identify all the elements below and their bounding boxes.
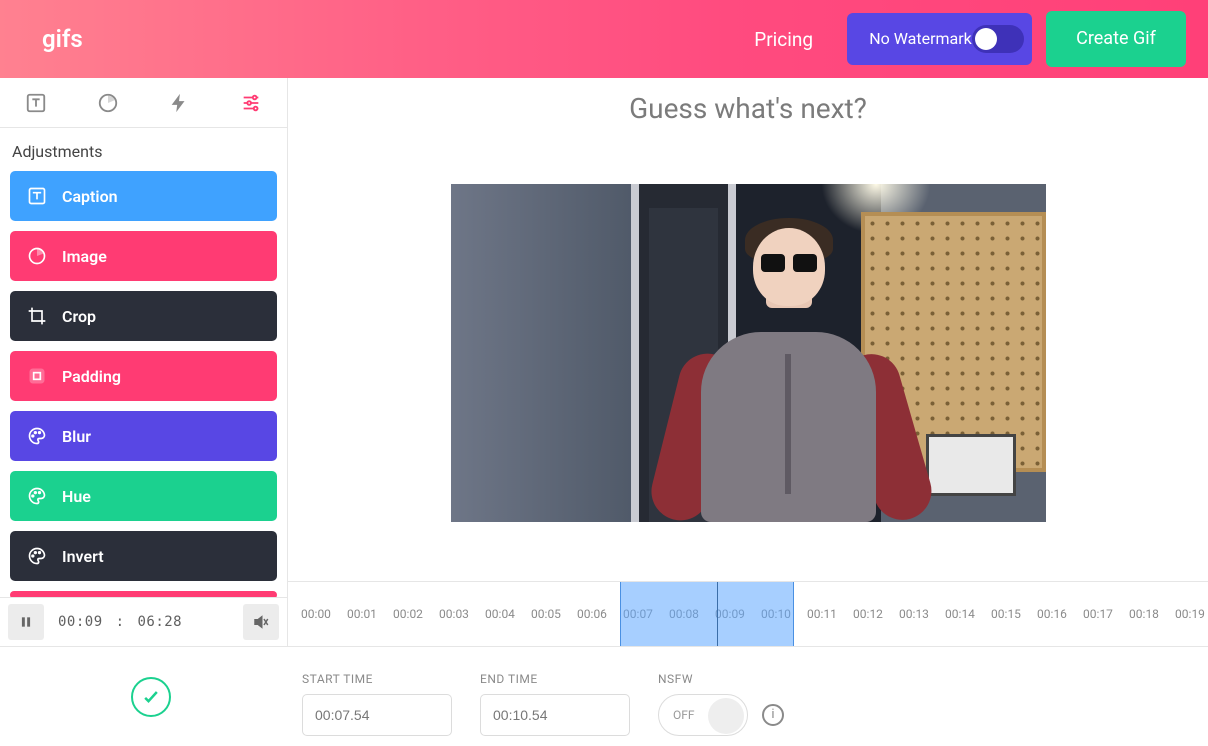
end-time-label: END TIME bbox=[480, 672, 630, 686]
adjustments-heading: Adjustments bbox=[12, 142, 275, 161]
adjustment-crop[interactable]: Crop bbox=[10, 291, 277, 341]
timeline-tick: 00:15 bbox=[988, 607, 1024, 621]
timeline-tick: 00:05 bbox=[528, 607, 564, 621]
pause-icon bbox=[19, 615, 33, 629]
adjustment-label: Blur bbox=[62, 427, 91, 446]
timeline-tick: 00:16 bbox=[1034, 607, 1070, 621]
playhead-time: 00:09 : 06:28 bbox=[58, 614, 182, 630]
end-time-input[interactable] bbox=[480, 694, 630, 736]
timeline[interactable]: 00:0000:0100:0200:0300:0400:0500:0600:07… bbox=[288, 581, 1208, 646]
text-frame-icon bbox=[25, 92, 47, 114]
timeline-tick: 00:12 bbox=[850, 607, 886, 621]
tab-adjustments[interactable] bbox=[215, 78, 287, 127]
timeline-tick: 00:13 bbox=[896, 607, 932, 621]
video-title: Guess what's next? bbox=[288, 78, 1208, 125]
mute-icon bbox=[252, 613, 270, 631]
timeline-tick: 00:03 bbox=[436, 607, 472, 621]
timeline-tick: 00:19 bbox=[1172, 607, 1208, 621]
timeline-tick: 00:06 bbox=[574, 607, 610, 621]
nsfw-label: NSFW bbox=[658, 672, 784, 686]
app-header: gifs Pricing No Watermark Create Gif bbox=[0, 0, 1208, 78]
playbar: 00:09 : 06:28 bbox=[0, 597, 287, 646]
info-button[interactable]: i bbox=[762, 704, 784, 726]
no-watermark-toggle[interactable]: No Watermark bbox=[847, 13, 1032, 65]
tool-tabbar bbox=[0, 78, 287, 128]
nsfw-toggle[interactable]: OFF bbox=[658, 694, 748, 736]
timeline-tick: 00:17 bbox=[1080, 607, 1116, 621]
image-icon bbox=[26, 245, 48, 267]
sidebar: Adjustments Caption Image Crop Padding B… bbox=[0, 78, 288, 646]
start-time-input[interactable] bbox=[302, 694, 452, 736]
palette-icon bbox=[26, 425, 48, 447]
timeline-tick: 00:04 bbox=[482, 607, 518, 621]
timeline-tick: 00:02 bbox=[390, 607, 426, 621]
timer-icon bbox=[97, 92, 119, 114]
timeline-tick: 00:14 bbox=[942, 607, 978, 621]
info-icon: i bbox=[771, 707, 774, 722]
adjustment-caption[interactable]: Caption bbox=[10, 171, 277, 221]
video-preview[interactable] bbox=[451, 184, 1046, 522]
mute-button[interactable] bbox=[243, 604, 279, 640]
tab-timer[interactable] bbox=[72, 78, 144, 127]
timeline-selection[interactable] bbox=[620, 582, 794, 646]
padding-icon bbox=[26, 365, 48, 387]
logo: gifs bbox=[42, 25, 83, 53]
no-watermark-label: No Watermark bbox=[869, 30, 972, 48]
sliders-icon bbox=[240, 92, 262, 114]
adjustments-list[interactable]: Adjustments Caption Image Crop Padding B… bbox=[0, 128, 287, 597]
timeline-tick: 00:00 bbox=[298, 607, 334, 621]
check-icon bbox=[141, 687, 161, 707]
adjustment-label: Image bbox=[62, 247, 107, 266]
tab-text[interactable] bbox=[0, 78, 72, 127]
adjustment-blur[interactable]: Blur bbox=[10, 411, 277, 461]
confirm-button[interactable] bbox=[131, 677, 171, 717]
adjustment-image[interactable]: Image bbox=[10, 231, 277, 281]
palette-icon bbox=[26, 485, 48, 507]
pause-button[interactable] bbox=[8, 604, 44, 640]
adjustment-label: Caption bbox=[62, 187, 118, 206]
crop-icon bbox=[26, 305, 48, 327]
adjustment-label: Padding bbox=[62, 367, 121, 386]
adjustment-label: Hue bbox=[62, 487, 91, 506]
adjustment-padding[interactable]: Padding bbox=[10, 351, 277, 401]
palette-icon bbox=[26, 545, 48, 567]
pricing-link[interactable]: Pricing bbox=[754, 28, 813, 51]
timeline-tick: 00:11 bbox=[804, 607, 840, 621]
toggle-switch[interactable] bbox=[972, 25, 1024, 53]
timeline-tick: 00:18 bbox=[1126, 607, 1162, 621]
tab-effects[interactable] bbox=[144, 78, 216, 127]
bottom-bar: START TIME END TIME NSFW OFF i bbox=[0, 646, 1208, 746]
create-gif-button[interactable]: Create Gif bbox=[1046, 11, 1186, 67]
adjustment-invert[interactable]: Invert bbox=[10, 531, 277, 581]
bolt-icon bbox=[168, 92, 190, 114]
adjustment-label: Invert bbox=[62, 547, 104, 566]
nsfw-state: OFF bbox=[673, 708, 695, 722]
caption-icon bbox=[26, 185, 48, 207]
adjustment-more[interactable] bbox=[10, 591, 277, 597]
timeline-tick: 00:01 bbox=[344, 607, 380, 621]
adjustment-label: Crop bbox=[62, 307, 96, 326]
start-time-label: START TIME bbox=[302, 672, 452, 686]
adjustment-hue[interactable]: Hue bbox=[10, 471, 277, 521]
